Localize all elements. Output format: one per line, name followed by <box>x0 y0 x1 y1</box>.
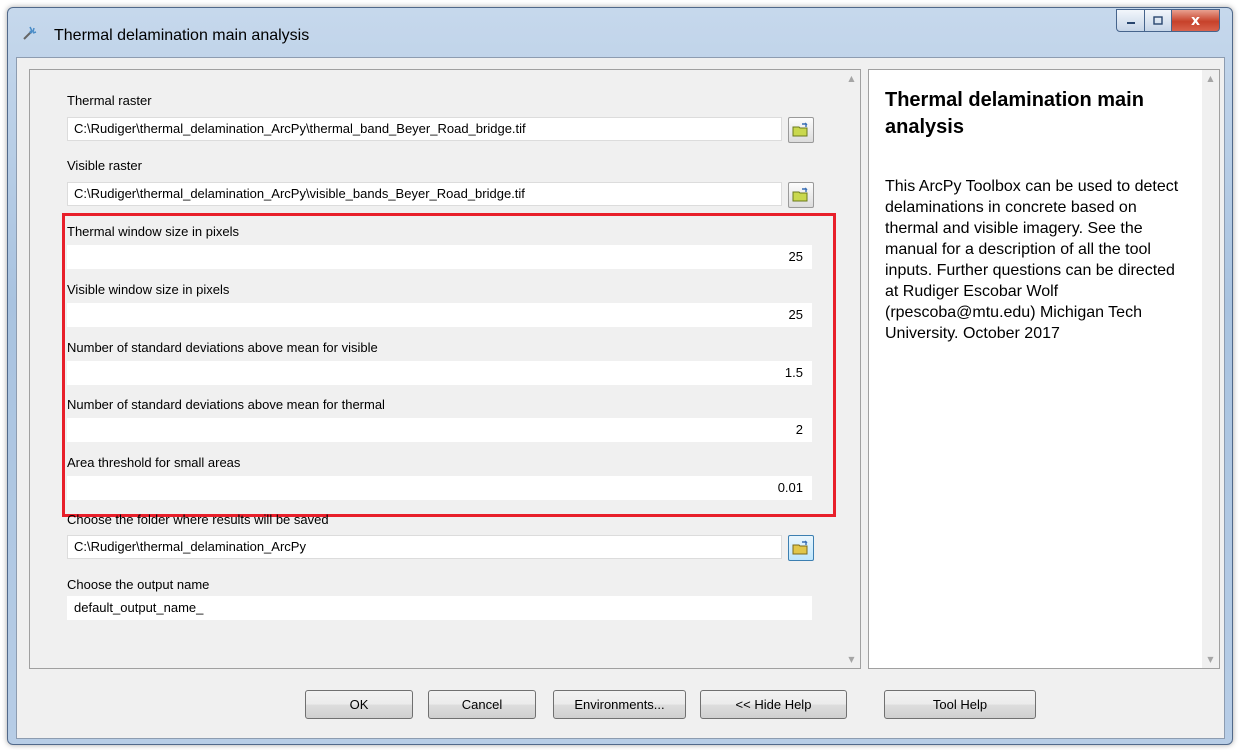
minimize-button[interactable] <box>1116 9 1145 32</box>
scroll-down-icon[interactable]: ▼ <box>1202 651 1219 668</box>
help-scrollbar[interactable]: ▲ ▼ <box>1202 70 1219 668</box>
dialog-window: Thermal delamination main analysis x The… <box>7 7 1233 745</box>
open-folder-icon <box>792 187 808 202</box>
thermal-raster-input[interactable]: C:\Rudiger\thermal_delamination_ArcPy\th… <box>67 117 782 141</box>
maximize-button[interactable] <box>1145 9 1172 32</box>
ok-button[interactable]: OK <box>305 690 413 719</box>
parameters-scrollbar[interactable]: ▲ ▼ <box>843 70 860 668</box>
hide-help-button[interactable]: << Hide Help <box>700 690 847 719</box>
visible-raster-input[interactable]: C:\Rudiger\thermal_delamination_ArcPy\vi… <box>67 182 782 206</box>
close-button[interactable]: x <box>1172 9 1220 32</box>
output-name-label: Choose the output name <box>67 577 210 592</box>
maximize-icon <box>1153 16 1163 25</box>
title-bar[interactable]: Thermal delamination main analysis x <box>8 8 1232 54</box>
minimize-icon <box>1126 21 1135 24</box>
close-icon: x <box>1190 12 1201 29</box>
output-folder-input[interactable]: C:\Rudiger\thermal_delamination_ArcPy <box>67 535 782 559</box>
help-pane: Thermal delamination main analysis This … <box>868 69 1220 669</box>
help-title: Thermal delamination main analysis <box>885 89 1144 138</box>
window-title: Thermal delamination main analysis <box>54 27 310 44</box>
scroll-up-icon[interactable]: ▲ <box>843 70 860 87</box>
dialog-client: Thermal raster C:\Rudiger\thermal_delami… <box>16 57 1225 739</box>
scroll-up-icon[interactable]: ▲ <box>1202 70 1219 87</box>
highlight-box <box>62 213 836 517</box>
help-body: This ArcPy Toolbox can be used to detect… <box>885 178 1179 342</box>
visible-raster-browse-button[interactable] <box>788 182 814 208</box>
cancel-button[interactable]: Cancel <box>428 690 536 719</box>
visible-raster-label: Visible raster <box>67 158 142 173</box>
scroll-down-icon[interactable]: ▼ <box>843 651 860 668</box>
tool-help-button[interactable]: Tool Help <box>884 690 1036 719</box>
thermal-raster-browse-button[interactable] <box>788 117 814 143</box>
output-folder-label: Choose the folder where results will be … <box>67 512 329 527</box>
environments-button[interactable]: Environments... <box>553 690 686 719</box>
parameters-pane: Thermal raster C:\Rudiger\thermal_delami… <box>29 69 861 669</box>
thermal-raster-label: Thermal raster <box>67 93 152 108</box>
open-folder-icon <box>792 540 808 555</box>
toolbox-script-icon <box>23 26 37 40</box>
output-folder-browse-button[interactable] <box>788 535 814 561</box>
open-folder-icon <box>792 122 808 137</box>
output-name-input[interactable]: default_output_name_ <box>67 596 812 620</box>
